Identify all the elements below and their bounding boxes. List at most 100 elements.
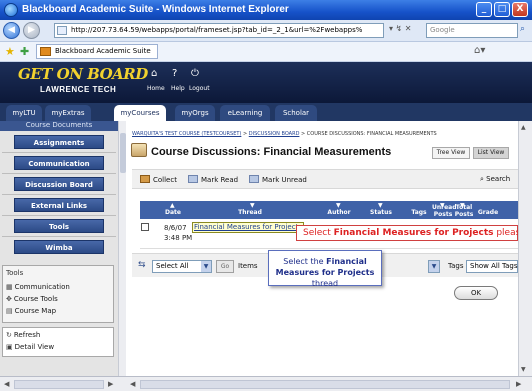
search-go-icon[interactable]: ⌕ bbox=[520, 24, 525, 34]
scroll-left-icon[interactable]: ◀ bbox=[130, 380, 135, 388]
breadcrumb-course-link[interactable]: WARQUITA'S TEST COURSE (TESTCOURSET) bbox=[132, 131, 241, 137]
home-icon[interactable]: ⌂▾ bbox=[474, 45, 485, 56]
scroll-right-icon[interactable]: ▶ bbox=[108, 380, 113, 388]
logout-link-icon[interactable]: ⏻ bbox=[191, 68, 199, 79]
list-view-button[interactable]: List View bbox=[473, 147, 509, 159]
page-title: Course Discussions: Financial Measuremen… bbox=[151, 146, 392, 158]
search-label: Search bbox=[486, 175, 511, 183]
browser-tab[interactable]: Blackboard Academic Suite bbox=[36, 44, 158, 59]
mark-unread-button[interactable]: Mark Unread bbox=[249, 175, 307, 184]
sort-arrow-icon[interactable]: ▼ bbox=[336, 202, 341, 209]
scroll-right-icon[interactable]: ▶ bbox=[516, 380, 521, 388]
search-input[interactable]: Google bbox=[426, 23, 518, 38]
chevron-down-icon: ▼ bbox=[201, 261, 211, 272]
tab-mycourses[interactable]: myCourses bbox=[114, 105, 166, 121]
favorites-star-icon[interactable]: ★ bbox=[5, 45, 15, 58]
search-button[interactable]: ⌕ Search bbox=[480, 175, 510, 184]
menu-assignments[interactable]: Assignments bbox=[14, 135, 104, 149]
close-button[interactable]: X bbox=[512, 2, 528, 17]
breadcrumb-discussion-link[interactable]: DISCUSSION BOARD bbox=[249, 131, 300, 137]
ok-button[interactable]: OK bbox=[454, 286, 498, 300]
tree-view-button[interactable]: Tree View bbox=[432, 147, 470, 159]
menu-divider bbox=[2, 194, 116, 195]
main-scroll-track[interactable] bbox=[140, 380, 510, 389]
url-input[interactable]: http://207.73.64.59/webapps/portal/frame… bbox=[54, 23, 384, 38]
help-link-icon[interactable]: ? bbox=[172, 68, 177, 79]
collect-button[interactable]: Collect bbox=[140, 175, 177, 184]
column-total-posts[interactable]: Total Posts bbox=[454, 204, 474, 218]
left-scroll-track[interactable] bbox=[14, 380, 104, 389]
column-grade[interactable]: Grade bbox=[476, 209, 500, 216]
row-checkbox[interactable] bbox=[141, 223, 149, 231]
window-title-bar: Blackboard Academic Suite - Windows Inte… bbox=[0, 0, 532, 20]
instruction-callout: Select Financial Measures for Projects p… bbox=[296, 225, 526, 241]
header-links: ⌂ Home ? Help ⏻ Logout bbox=[145, 66, 235, 98]
tools-panel: Tools ▦ Communication ✥ Course Tools ▤ Cour… bbox=[2, 265, 114, 323]
discussion-forum-icon bbox=[131, 143, 147, 157]
menu-tools[interactable]: Tools bbox=[14, 219, 104, 233]
mark-read-button[interactable]: Mark Read bbox=[188, 175, 238, 184]
tool-label: Communication bbox=[14, 283, 70, 291]
tool-course-tools[interactable]: ✥ Course Tools bbox=[6, 295, 58, 303]
tab-myextras[interactable]: myExtras bbox=[45, 105, 91, 121]
column-thread[interactable]: Thread bbox=[230, 209, 270, 216]
menu-communication[interactable]: Communication bbox=[14, 156, 104, 170]
site-logo: GET ON BOARD bbox=[18, 65, 148, 83]
row-date-time: 3:48 PM bbox=[164, 234, 193, 242]
tab-myltu[interactable]: myLTU bbox=[6, 105, 42, 121]
home-link-icon[interactable]: ⌂ bbox=[151, 68, 157, 79]
course-menu-header[interactable]: Course Documents bbox=[0, 121, 118, 131]
thread-link[interactable]: Financial Measures for Projects bbox=[192, 222, 304, 233]
tab-scholar[interactable]: Scholar bbox=[275, 105, 317, 121]
detail-view-link[interactable]: ▣ Detail View bbox=[6, 343, 54, 351]
back-button[interactable]: ◀ bbox=[3, 22, 20, 39]
help-link[interactable]: Help bbox=[171, 85, 185, 92]
tools-title: Tools bbox=[6, 269, 24, 277]
column-tags[interactable]: Tags bbox=[410, 209, 428, 216]
breadcrumb-current: COURSE DISCUSSIONS: FINANCIAL MEASUREMEN… bbox=[306, 131, 437, 137]
action-bar: Collect Mark Read Mark Unread ⌕ Search bbox=[132, 169, 518, 189]
home-link[interactable]: Home bbox=[147, 85, 165, 92]
site-logo-subtitle: LAWRENCE TECH bbox=[40, 85, 117, 94]
menu-discussion-board[interactable]: Discussion Board bbox=[14, 177, 104, 191]
tags-value: Show All Tags bbox=[470, 262, 518, 270]
menu-wimba[interactable]: Wimba bbox=[14, 240, 104, 254]
go-button[interactable]: Go bbox=[216, 260, 234, 273]
add-favorite-icon[interactable]: ✚ bbox=[20, 45, 29, 58]
left-scrollbar[interactable] bbox=[118, 121, 126, 376]
scroll-left-icon[interactable]: ◀ bbox=[4, 380, 9, 388]
refresh-stop-icons[interactable]: ▾ ↯ ✕ bbox=[389, 24, 412, 33]
sort-arrow-icon[interactable]: ▼ bbox=[378, 202, 383, 209]
detail-view-icon: ▣ bbox=[6, 343, 13, 351]
maximize-button[interactable]: □ bbox=[494, 2, 510, 17]
tags-dropdown[interactable]: Show All Tags bbox=[466, 260, 518, 273]
logout-link[interactable]: Logout bbox=[189, 85, 210, 92]
tab-elearning[interactable]: eLearning bbox=[220, 105, 270, 121]
scroll-down-icon[interactable]: ▼ bbox=[521, 366, 526, 373]
column-unread-posts[interactable]: Unread Posts bbox=[432, 204, 457, 218]
minimize-button[interactable]: _ bbox=[476, 2, 492, 17]
refresh-link[interactable]: ↻ Refresh bbox=[6, 331, 40, 339]
mark-unread-icon bbox=[249, 175, 259, 183]
sort-arrow-icon[interactable]: ▼ bbox=[250, 202, 255, 209]
column-author[interactable]: Author bbox=[324, 209, 354, 216]
column-status[interactable]: Status bbox=[366, 209, 396, 216]
select-all-dropdown[interactable]: Select All ▼ bbox=[152, 260, 212, 273]
tool-communication[interactable]: ▦ Communication bbox=[6, 283, 70, 291]
column-date[interactable]: Date bbox=[162, 209, 184, 216]
scroll-up-icon[interactable]: ▲ bbox=[521, 124, 526, 131]
tab-myorgs[interactable]: myOrgs bbox=[175, 105, 215, 121]
sort-arrow-icon[interactable]: ▲ bbox=[170, 202, 175, 209]
row-date-day: 8/6/07 bbox=[164, 224, 187, 232]
menu-external-links[interactable]: External Links bbox=[14, 198, 104, 212]
horizontal-scrollbar[interactable]: ◀ ▶ ◀ ▶ bbox=[0, 376, 532, 391]
callout-text-pre: Select bbox=[303, 228, 334, 238]
menu-divider bbox=[2, 173, 116, 174]
thread-table-header: ▲ ▼ ▼ ▼ ▼ ▼ Date Thread Author Status Ta… bbox=[140, 201, 518, 219]
tool-course-map[interactable]: ▤ Course Map bbox=[6, 307, 56, 315]
browser-tab-label: Blackboard Academic Suite bbox=[55, 47, 151, 55]
select-all-value: Select All bbox=[156, 262, 189, 270]
main-scrollbar[interactable]: ▲ ▼ bbox=[518, 121, 532, 376]
forward-button[interactable]: ▶ bbox=[23, 22, 40, 39]
items-dropdown[interactable]: ▼ bbox=[428, 260, 440, 273]
